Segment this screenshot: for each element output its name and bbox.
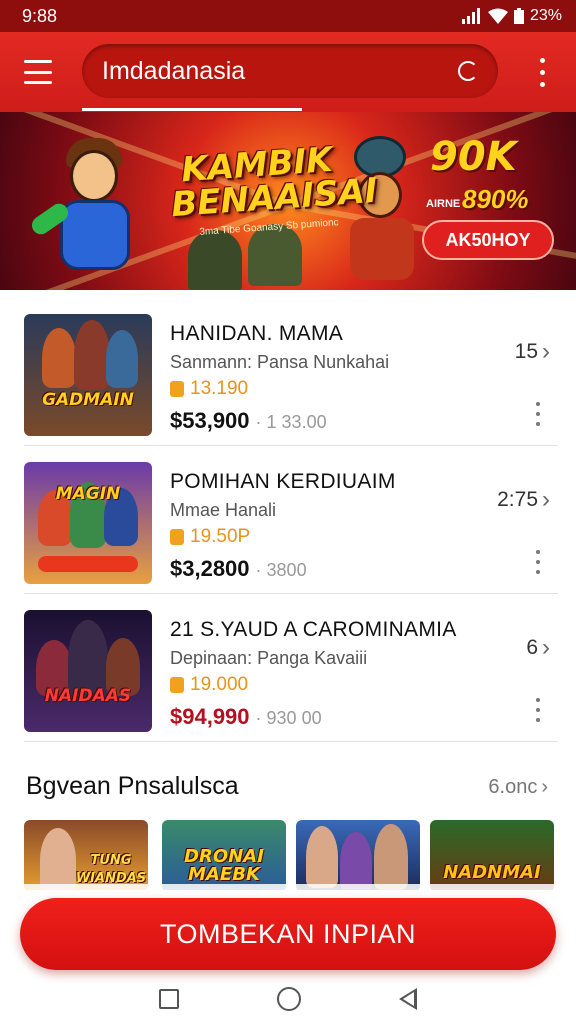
game-thumbnail[interactable]: NAIDAAS xyxy=(24,610,152,732)
banner-small-label: AIRNE xyxy=(426,198,461,210)
battery-icon xyxy=(513,8,524,24)
carousel-card[interactable]: TUNG WIANDAS xyxy=(24,820,148,890)
search-bar[interactable]: Imdadanasia xyxy=(82,44,498,98)
item-price: $3,2800 xyxy=(170,556,250,581)
item-subtitle: Mmae Hanali xyxy=(170,500,277,520)
carousel-card[interactable]: DRONAI MAEBK xyxy=(162,820,286,890)
soldier-illustration xyxy=(188,230,242,290)
status-bar: 9:88 23% xyxy=(0,0,576,32)
status-time: 9:88 xyxy=(22,5,58,26)
chevron-right-icon: › xyxy=(542,338,550,365)
hamburger-icon[interactable] xyxy=(24,60,52,84)
status-icons: 23% xyxy=(461,7,562,25)
section-header: Bgvean Pnsalulsca 6.onc › xyxy=(0,762,576,812)
item-count[interactable]: 15 › xyxy=(515,338,550,366)
app-bar: Imdadanasia xyxy=(0,32,576,112)
carousel-card[interactable]: NADNMAI xyxy=(430,820,554,890)
chevron-right-icon: › xyxy=(542,634,550,661)
see-more-link[interactable]: 6.onc › xyxy=(488,776,548,799)
list-item[interactable]: GADMAIN HANIDAN. MAMA Sanmann: Pansa Nun… xyxy=(0,298,576,446)
game-thumbnail[interactable]: GADMAIN xyxy=(24,314,152,436)
item-count[interactable]: 2:75 › xyxy=(497,486,550,514)
item-subtitle: Sanmann: Pansa Nunkahai xyxy=(170,352,390,372)
item-title: HANIDAN. MAMA xyxy=(170,322,344,345)
item-more-icon[interactable] xyxy=(534,402,542,426)
item-more-icon[interactable] xyxy=(534,698,542,722)
item-points: 13.190 xyxy=(170,378,248,400)
coin-icon xyxy=(170,529,184,545)
square-icon[interactable] xyxy=(159,989,179,1009)
card-logo: NADNMAI xyxy=(443,862,541,883)
circle-icon[interactable] xyxy=(277,987,301,1011)
battery-percent: 23% xyxy=(529,7,562,24)
hero-character-illustration xyxy=(28,130,150,280)
search-input[interactable]: Imdadanasia xyxy=(102,57,458,86)
signal-icon xyxy=(461,8,480,24)
chevron-right-icon: › xyxy=(541,776,548,798)
banner-title: KAMBIK BENAAISAI xyxy=(170,139,379,226)
game-carousel: TUNG WIANDAS DRONAI MAEBK NADNMAI xyxy=(0,820,576,890)
chevron-right-icon: › xyxy=(542,486,550,513)
item-price: $94,990 xyxy=(170,704,250,729)
thumbnail-logo: MAGIN xyxy=(55,484,121,504)
item-old-price: · 1 33.00 xyxy=(255,412,327,432)
list-item[interactable]: NAIDAAS 21 S.YAUD A CAROMINAMIA Depinaan… xyxy=(0,594,576,742)
promo-banner[interactable]: KAMBIK BENAAISAI 3ma Tibe Goanasy Sb pum… xyxy=(0,112,576,290)
item-points: 19.000 xyxy=(170,674,248,696)
system-nav-bar xyxy=(0,974,576,1024)
item-price: $53,900 xyxy=(170,408,250,433)
item-subtitle: Depinaan: Panga Kavaiii xyxy=(170,648,368,668)
more-vert-icon[interactable] xyxy=(532,54,552,90)
item-count[interactable]: 6 › xyxy=(526,634,550,662)
card-logo: DRONAI MAEBK xyxy=(184,846,264,885)
thumbnail-logo: GADMAIN xyxy=(42,390,134,410)
item-points: 19.50P xyxy=(170,526,250,548)
banner-amount: 90K xyxy=(430,134,517,180)
item-old-price: · 930 00 xyxy=(255,708,322,728)
refresh-icon[interactable] xyxy=(458,61,478,81)
coin-icon xyxy=(170,677,184,693)
coin-icon xyxy=(170,381,184,397)
item-price-line: $3,2800 · 3800 xyxy=(170,556,307,582)
list-item[interactable]: MAGIN POMIHAN KERDIUAIM Mmae Hanali 19.5… xyxy=(0,446,576,594)
section-title: Bgvean Pnsalulsca xyxy=(26,772,239,800)
item-more-icon[interactable] xyxy=(534,550,542,574)
banner-cta-button[interactable]: AK50HOY xyxy=(422,220,554,260)
triangle-back-icon[interactable] xyxy=(399,988,417,1010)
item-price-line: $94,990 · 930 00 xyxy=(170,704,322,730)
item-title: POMIHAN KERDIUAIM xyxy=(170,470,396,493)
wifi-icon xyxy=(487,8,508,24)
item-old-price: · 3800 xyxy=(255,560,307,580)
banner-bonus: 890% xyxy=(462,184,529,214)
thumbnail-logo: NAIDAAS xyxy=(44,686,132,706)
primary-cta-button[interactable]: TOMBEKAN INPIAN xyxy=(20,898,556,970)
item-title: 21 S.YAUD A CAROMINAMIA xyxy=(170,618,457,641)
game-thumbnail[interactable]: MAGIN xyxy=(24,462,152,584)
carousel-card[interactable] xyxy=(296,820,420,890)
card-logo: TUNG WIANDAS xyxy=(75,853,147,886)
item-price-line: $53,900 · 1 33.00 xyxy=(170,408,327,434)
search-underline xyxy=(82,108,302,111)
